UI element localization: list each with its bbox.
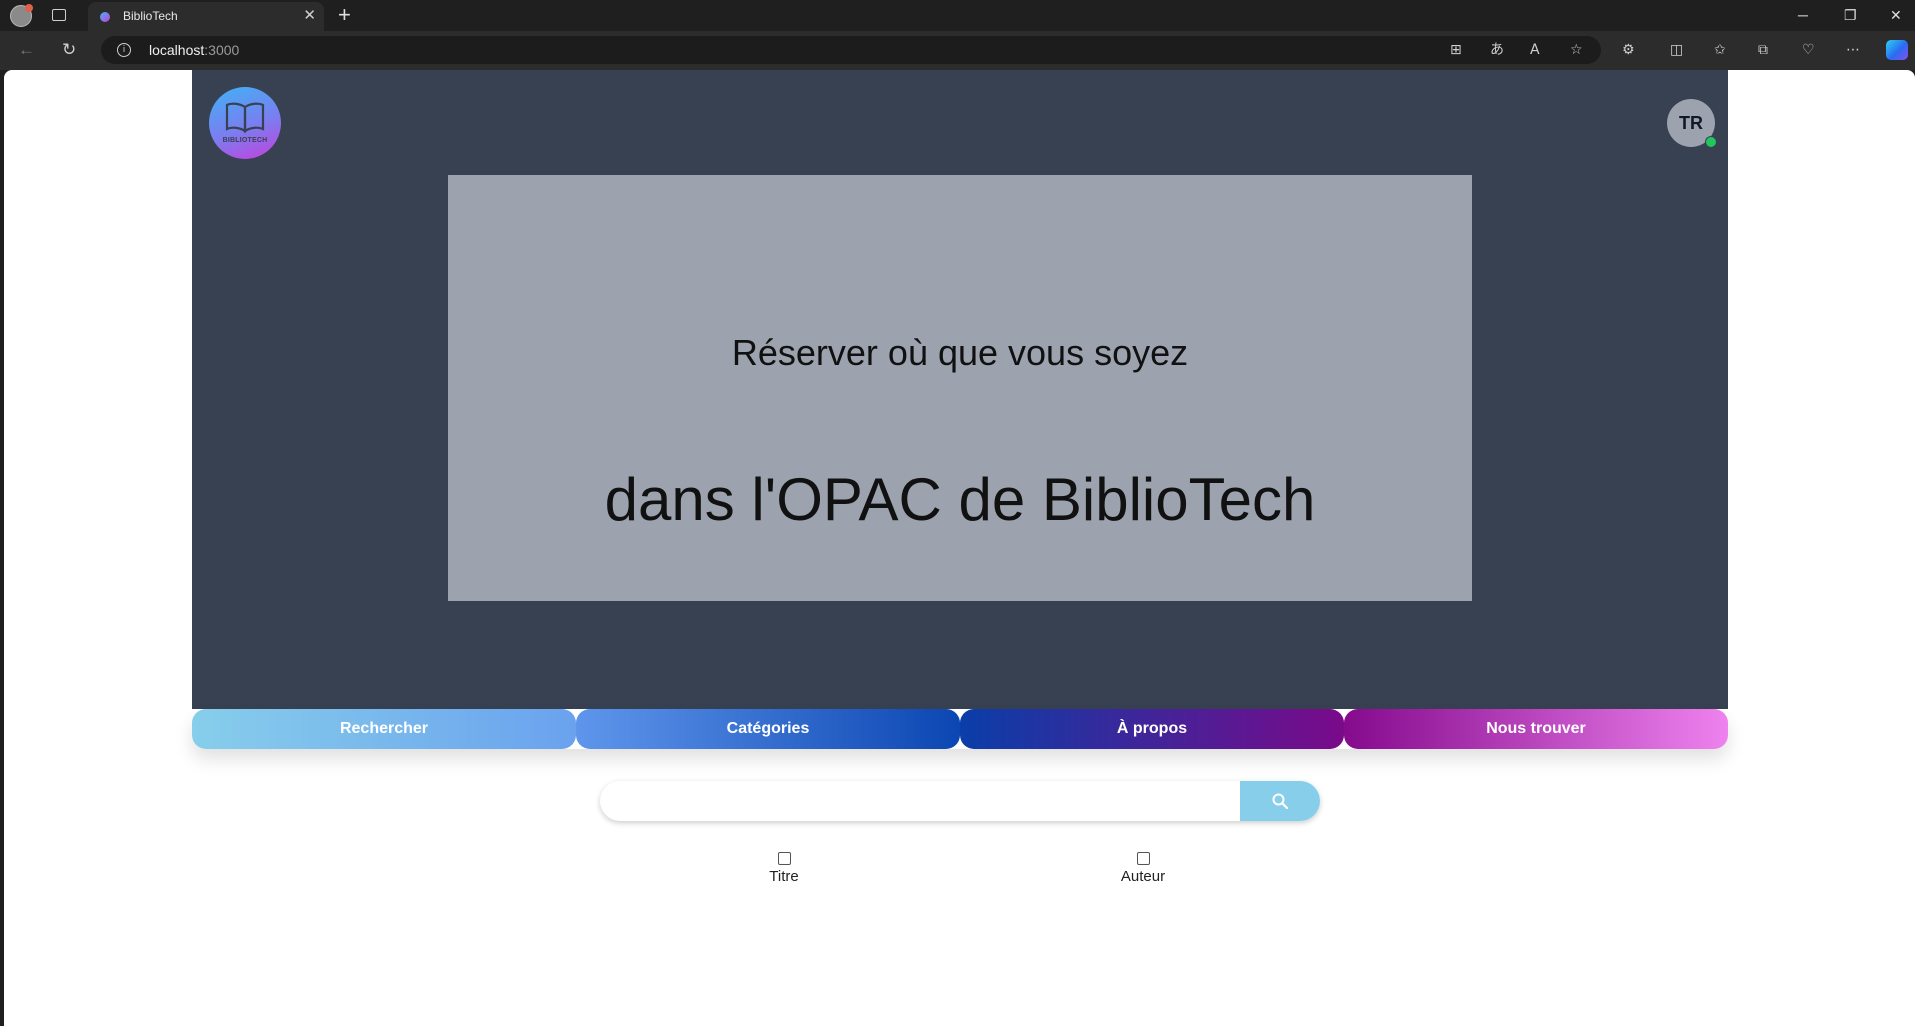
search-icon — [1272, 793, 1288, 809]
more-options-icon[interactable]: ⋯ — [1846, 41, 1860, 59]
close-window-button[interactable]: ✕ — [1890, 4, 1902, 26]
nav-nous-trouver-button[interactable]: Nous trouver — [1344, 709, 1728, 749]
auteur-checkbox[interactable] — [1136, 852, 1150, 865]
online-status-dot — [1705, 136, 1717, 148]
hero-banner: Réserver où que vous soyez dans l'OPAC d… — [448, 175, 1472, 601]
search-input[interactable] — [600, 781, 1240, 821]
search-bar — [600, 781, 1320, 821]
filter-auteur: Auteur — [1110, 852, 1176, 885]
tab-close-icon[interactable]: ✕ — [303, 7, 316, 25]
browser-tab-bar: BiblioTech ✕ + ─ ❐ ✕ — [0, 0, 1915, 31]
address-bar-row: ← ↻ i localhost:3000 ⊞ あ A ☆ ⚙ ◫ ✩ ⧉ ♡ ⋯ — [0, 31, 1915, 70]
banner-title: dans l'OPAC de BiblioTech — [604, 466, 1316, 533]
auteur-label: Auteur — [1120, 868, 1166, 885]
favorites-icon[interactable]: ✩ — [1714, 41, 1726, 59]
extensions-icon[interactable]: ⚙ — [1622, 41, 1635, 59]
page-viewport: BIBLIOTECH TR Réserver où que vous soyez… — [4, 70, 1915, 1026]
back-arrow-icon[interactable]: ← — [18, 39, 35, 61]
app-available-icon[interactable]: ⊞ — [1450, 41, 1462, 59]
browser-tab[interactable]: BiblioTech ✕ — [88, 2, 324, 31]
banner-subtitle: Réserver où que vous soyez — [731, 332, 1189, 373]
minimize-button[interactable]: ─ — [1798, 4, 1808, 26]
nav-a-propos-button[interactable]: À propos — [960, 709, 1344, 749]
split-screen-icon[interactable]: ◫ — [1670, 41, 1683, 59]
tab-actions-icon[interactable] — [52, 9, 66, 21]
nav-rechercher-button[interactable]: Rechercher — [192, 709, 576, 749]
profile-icon[interactable] — [10, 4, 33, 27]
translate-icon[interactable]: あ — [1490, 41, 1504, 59]
address-bar[interactable]: i localhost:3000 — [101, 36, 1601, 64]
nav-categories-button[interactable]: Catégories — [576, 709, 960, 749]
tab-title: BiblioTech — [123, 9, 178, 23]
titre-checkbox[interactable] — [777, 852, 791, 865]
favicon-icon — [100, 12, 110, 22]
read-aloud-icon[interactable]: A — [1530, 41, 1540, 59]
open-book-icon — [225, 102, 265, 134]
collections-icon[interactable]: ⧉ — [1758, 41, 1768, 59]
titre-label: Titre — [769, 868, 799, 885]
new-tab-button[interactable]: + — [338, 3, 351, 27]
bibliotech-logo[interactable]: BIBLIOTECH — [209, 87, 281, 159]
url-text[interactable]: localhost:3000 — [149, 42, 239, 58]
hero-section: BIBLIOTECH TR Réserver où que vous soyez… — [192, 70, 1728, 709]
search-button[interactable] — [1240, 781, 1320, 821]
copilot-icon[interactable] — [1886, 40, 1908, 60]
favorite-star-icon[interactable]: ☆ — [1570, 41, 1583, 59]
filter-titre: Titre — [756, 852, 812, 885]
site-info-icon[interactable]: i — [117, 43, 131, 57]
main-nav: Rechercher Catégories À propos Nous trou… — [192, 709, 1728, 749]
reload-icon[interactable]: ↻ — [62, 39, 76, 61]
restore-button[interactable]: ❐ — [1844, 4, 1857, 26]
logo-text: BIBLIOTECH — [222, 137, 268, 144]
browser-essentials-icon[interactable]: ♡ — [1802, 41, 1815, 59]
